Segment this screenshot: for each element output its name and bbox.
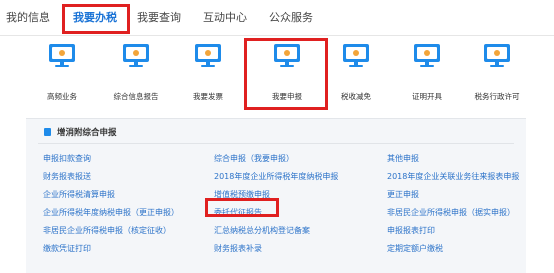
service-info-report[interactable]: 综合信息报告 xyxy=(101,44,171,102)
panel-title: 增消附综合申报 xyxy=(44,126,117,138)
link-nonresident-assessed[interactable]: 非居民企业所得税申报（核定征收） xyxy=(43,226,171,236)
monitor-icon xyxy=(414,44,440,68)
service-invoice[interactable]: 我要发票 xyxy=(173,44,243,102)
service-label: 证明开具 xyxy=(412,92,442,101)
active-tab-indicator xyxy=(70,31,120,33)
link-report-supplement[interactable]: 财务报表补录 xyxy=(214,244,262,254)
link-liquidation-declare[interactable]: 企业所得税清算申报 xyxy=(43,190,115,200)
link-annual-income-tax[interactable]: 2018年度企业所得税年度纳税申报 xyxy=(214,172,338,182)
service-label: 高频业务 xyxy=(47,92,77,101)
service-label: 我要申报 xyxy=(272,92,302,101)
monitor-icon xyxy=(123,44,149,68)
link-deduction-query[interactable]: 申报扣款查询 xyxy=(43,154,91,164)
monitor-icon xyxy=(49,44,75,68)
service-admin-permit[interactable]: 税务行政许可 xyxy=(462,44,532,102)
link-correction-declare[interactable]: 更正申报 xyxy=(387,190,419,200)
link-print-report[interactable]: 申报报表打印 xyxy=(387,226,435,236)
monitor-icon xyxy=(484,44,510,68)
link-fixed-quota-pay[interactable]: 定期定额户缴税 xyxy=(387,244,443,254)
list-icon xyxy=(44,128,51,136)
main-tab-bar: 我的信息 我要办税 我要查询 互动中心 公众服务 xyxy=(0,0,554,36)
service-label: 税务行政许可 xyxy=(474,92,520,101)
service-tax-relief[interactable]: 税收减免 xyxy=(321,44,391,102)
tab-public-service[interactable]: 公众服务 xyxy=(269,8,313,28)
service-high-frequency[interactable]: 高频业务 xyxy=(27,44,97,102)
tab-tax-handling[interactable]: 我要办税 xyxy=(73,8,117,28)
panel-title-text: 增消附综合申报 xyxy=(57,128,117,138)
link-related-party-report[interactable]: 2018年度企业关联业务往来报表申报 xyxy=(387,172,519,182)
tab-my-info[interactable]: 我的信息 xyxy=(6,8,50,28)
service-certificate[interactable]: 证明开具 xyxy=(392,44,462,102)
link-annual-correction[interactable]: 企业所得税年度纳税申报（更正申报） xyxy=(43,208,179,218)
service-label: 我要发票 xyxy=(193,92,223,101)
declaration-panel: 增消附综合申报 申报扣款查询 综合申报（我要申报） 其他申报 财务报表报送 20… xyxy=(26,118,526,273)
service-label: 综合信息报告 xyxy=(113,92,159,101)
link-vat-prepay[interactable]: 增值税预缴申报 xyxy=(214,190,270,200)
tab-interaction[interactable]: 互动中心 xyxy=(203,8,247,28)
link-nonresident-actual[interactable]: 非居民企业所得税申报（据实申报） xyxy=(387,208,515,218)
service-label: 税收减免 xyxy=(341,92,371,101)
service-declare[interactable]: 我要申报 xyxy=(252,44,322,102)
link-print-voucher[interactable]: 缴款凭证打印 xyxy=(43,244,91,254)
monitor-icon xyxy=(195,44,221,68)
monitor-icon xyxy=(274,44,300,68)
tab-query[interactable]: 我要查询 xyxy=(137,8,181,28)
divider xyxy=(38,143,514,144)
service-icon-row: 高频业务 综合信息报告 我要发票 我要申报 税收减免 证明开具 税务行政许可 xyxy=(0,36,554,114)
link-other-declare[interactable]: 其他申报 xyxy=(387,154,419,164)
link-comprehensive-declare[interactable]: 综合申报（我要申报） xyxy=(214,154,294,164)
link-consolidated-filing[interactable]: 汇总纳税总分机构登记备案 xyxy=(214,226,310,236)
link-entrusted-collection[interactable]: 委托代征报告 xyxy=(214,208,262,218)
monitor-icon xyxy=(343,44,369,68)
link-financial-report[interactable]: 财务报表报送 xyxy=(43,172,91,182)
